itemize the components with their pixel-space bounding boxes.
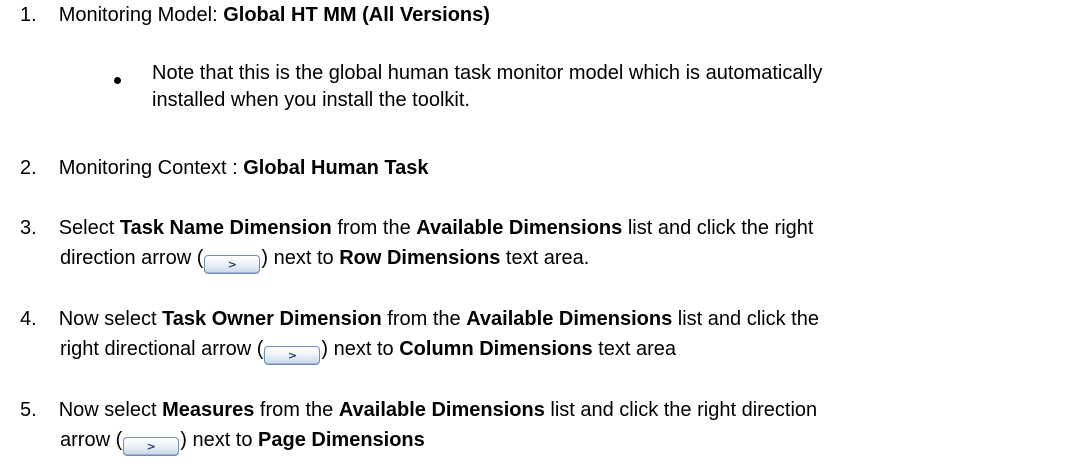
note-line-1: Note that this is the global human task … bbox=[152, 62, 823, 84]
list-item-1: 1. Monitoring Model: Global HT MM (All Ve… bbox=[20, 3, 490, 27]
item-text: Monitoring Model: bbox=[58, 4, 224, 26]
item-bold: Global Human Task bbox=[243, 157, 429, 179]
item-number: 5. bbox=[20, 399, 37, 421]
item-number: 2. bbox=[20, 157, 37, 179]
list-item-2: 2. Monitoring Context : Global Human Task bbox=[20, 156, 428, 180]
bullet-icon bbox=[114, 77, 121, 84]
item-number: 3. bbox=[20, 217, 37, 239]
note-bullet-block: Note that this is the global human task … bbox=[0, 61, 1081, 121]
right-arrow-button[interactable]: > bbox=[264, 346, 321, 365]
item-bold: Global HT MM (All Versions) bbox=[223, 4, 490, 26]
item-number: 4. bbox=[20, 308, 37, 330]
right-arrow-button[interactable]: > bbox=[204, 255, 261, 274]
item-text: Monitoring Context : bbox=[58, 157, 244, 179]
right-arrow-button[interactable]: > bbox=[123, 437, 180, 456]
note-line-2: installed when you install the toolkit. bbox=[152, 89, 470, 111]
item-number: 1. bbox=[20, 4, 37, 26]
